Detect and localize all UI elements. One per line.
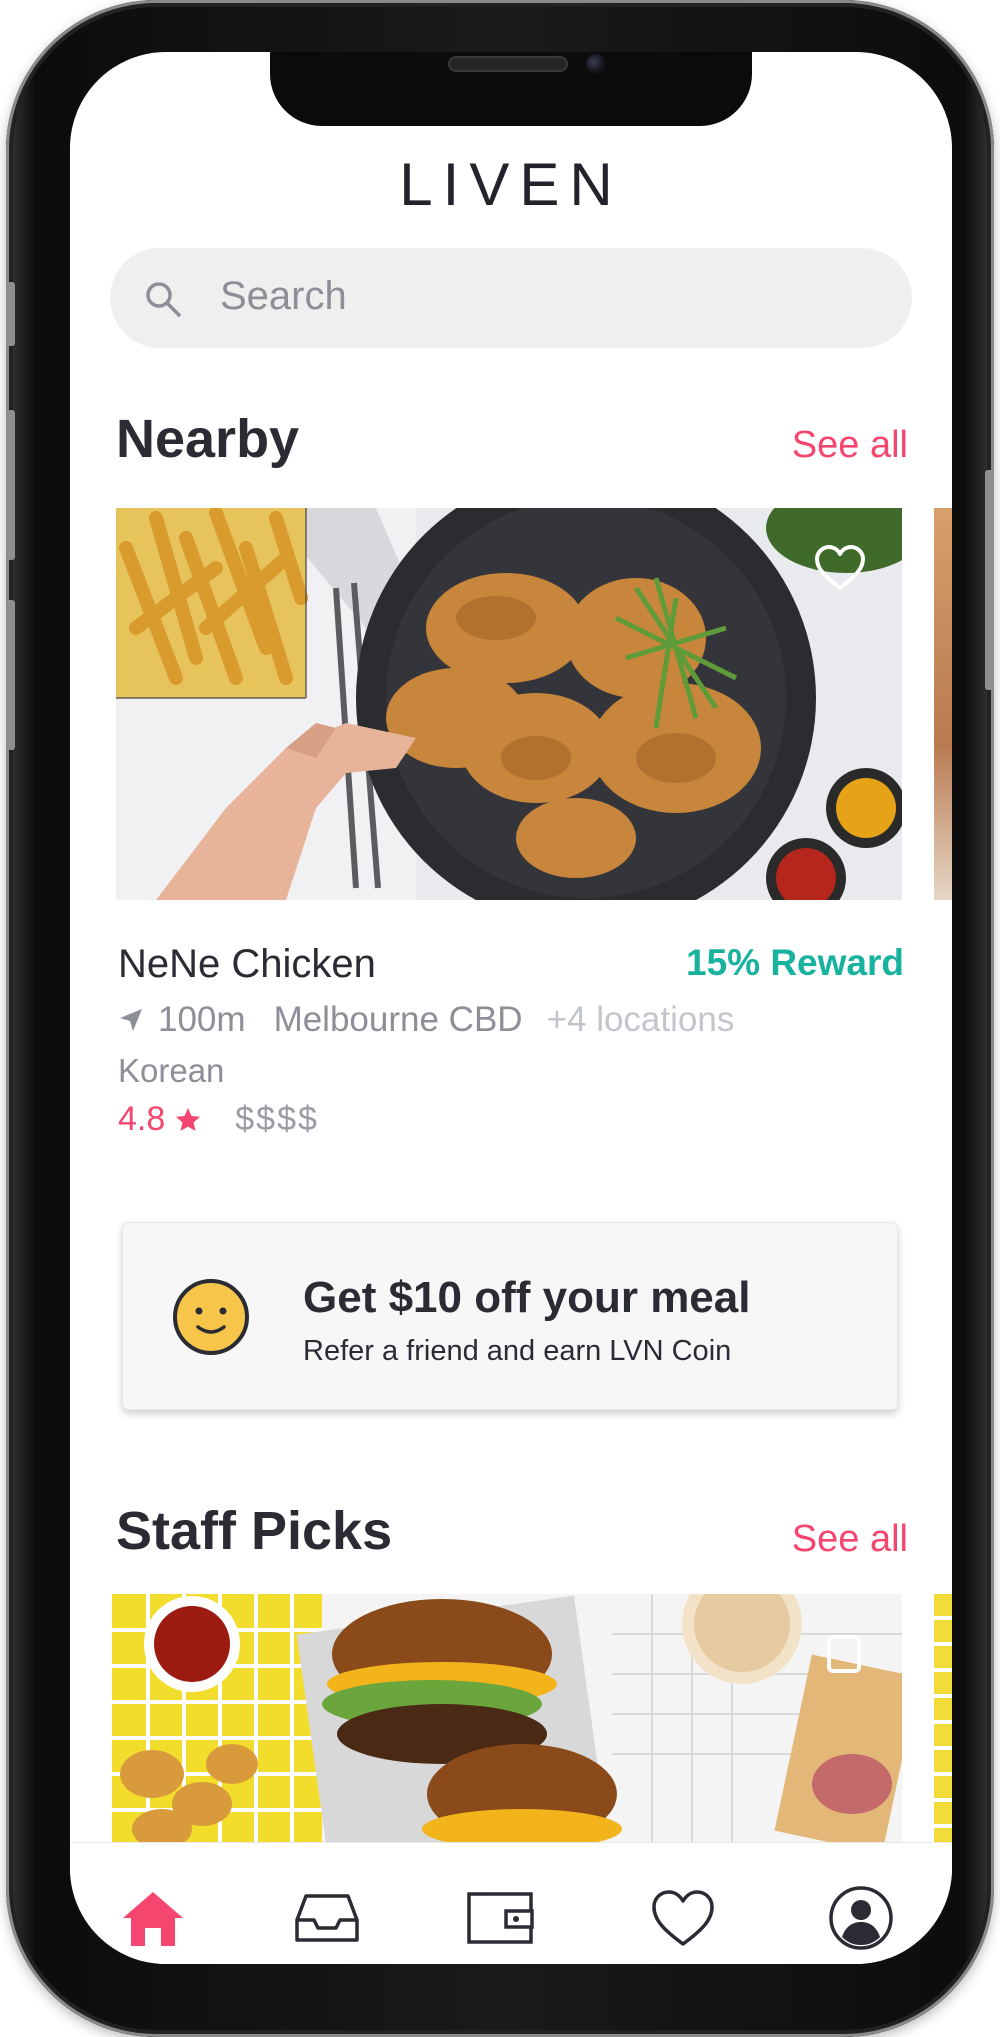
wallet-icon [467,1892,534,1944]
restaurant-meta: 100m Melbourne CBD +4 locations [118,1000,734,1040]
bottom-tab-bar [70,1842,952,1964]
bookmark-icon[interactable] [826,1634,862,1674]
star-icon [176,1107,201,1131]
volume-down-button [6,600,15,750]
front-camera [586,54,606,74]
app-logo: LIVEN [399,151,623,218]
tab-profile[interactable] [826,1883,896,1953]
nearby-see-all-link[interactable]: See all [792,424,908,467]
heart-icon [652,1890,714,1946]
restaurant-rating-row: 4.8 $$$$ [118,1100,319,1139]
mute-switch [6,282,15,346]
rating-value: 4.8 [118,1100,166,1138]
tab-favorites[interactable] [648,1883,718,1953]
inbox-icon [295,1894,359,1942]
next-restaurant-card-peek[interactable] [934,508,952,900]
location-arrow-icon [120,1009,142,1031]
next-staff-pick-card-peek[interactable] [934,1594,952,1844]
nearby-title: Nearby [116,409,300,469]
favorite-heart-icon[interactable] [814,544,866,592]
staff-picks-title: Staff Picks [116,1501,393,1561]
staff-picks-see-all-link[interactable]: See all [792,1518,908,1561]
restaurant-distance: 100m [158,1000,246,1039]
reward-badge: 15% Reward [686,942,904,983]
volume-up-button [6,410,15,560]
restaurant-cuisine: Korean [118,1052,225,1089]
profile-icon [829,1886,893,1950]
smiley-icon [173,1279,249,1355]
tab-wallet[interactable] [466,1883,536,1953]
promo-subtitle: Refer a friend and earn LVN Coin [303,1335,732,1367]
restaurant-location: Melbourne CBD [273,1000,523,1039]
tab-inbox[interactable] [292,1883,362,1953]
app-screen: LIVEN Search Nearby See all NeNe Chicken… [70,52,952,1964]
restaurant-card-image[interactable] [116,508,902,900]
phone-frame: LIVEN Search Nearby See all NeNe Chicken… [6,0,994,2037]
home-icon [123,1892,183,1946]
speaker-grille [448,56,568,72]
referral-promo-card[interactable]: Get $10 off your meal Refer a friend and… [122,1222,898,1410]
notch [270,52,752,126]
search-bar[interactable]: Search [110,248,912,348]
staff-pick-card-image[interactable] [112,1594,902,1844]
more-locations-link[interactable]: +4 locations [547,1000,735,1040]
food-photo-burgers [112,1594,902,1844]
food-photo-chicken [116,508,902,900]
search-icon [146,282,181,317]
price-level: $$$$ [235,1100,319,1138]
power-button [985,470,994,690]
promo-title: Get $10 off your meal [303,1273,751,1322]
search-input[interactable]: Search [220,274,347,319]
tab-home[interactable] [118,1883,188,1953]
restaurant-name[interactable]: NeNe Chicken [118,942,376,987]
